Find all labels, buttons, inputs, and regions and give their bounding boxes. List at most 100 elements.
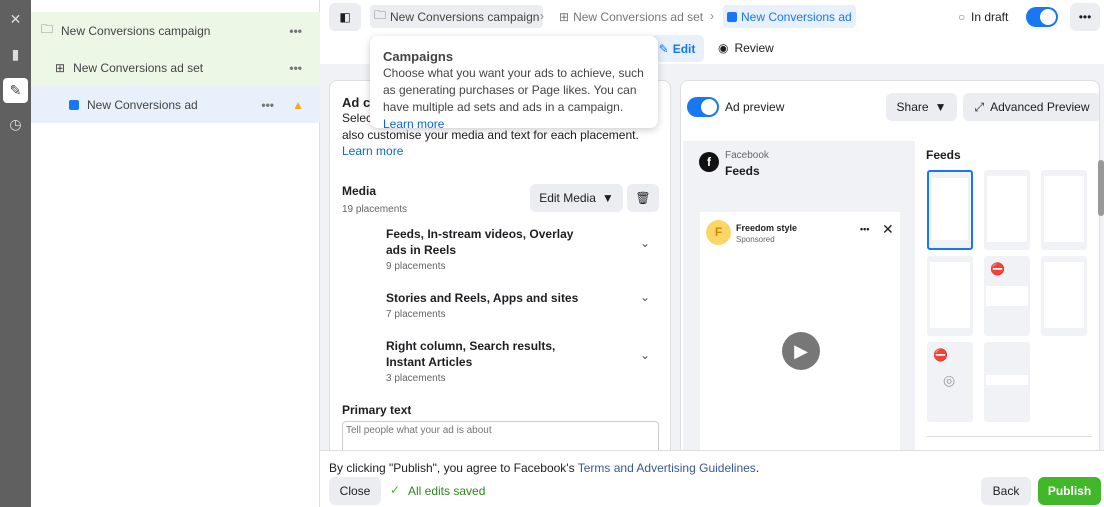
pencil-icon: ✎ <box>658 41 669 56</box>
eye-icon: ◉ <box>718 41 729 55</box>
tree-item-label: New Conversions ad set <box>73 60 204 75</box>
tree-item-ad[interactable]: New Conversions ad ••• ▲ <box>31 86 320 123</box>
folder-icon: 🗀 <box>374 8 387 22</box>
caret-down-icon: ▼ <box>934 100 947 114</box>
tab-label: Review <box>734 41 774 55</box>
learn-more-link[interactable]: Learn more <box>342 144 403 158</box>
chevron-down-icon[interactable]: ⌄ <box>640 348 650 362</box>
placement-row[interactable]: Stories and Reels, Apps and sites 7 place… <box>386 290 666 320</box>
button-label: Advanced Preview <box>990 100 1090 114</box>
blocked-icon: ⛔ <box>990 262 1005 276</box>
placement-thumbnail[interactable]: ⛔ ◎ <box>927 342 973 422</box>
placement-thumbnail[interactable] <box>1041 256 1087 336</box>
trash-icon[interactable]: 🗑 <box>627 184 659 212</box>
grid-icon: ⊞ <box>55 60 66 75</box>
more-icon[interactable]: ••• <box>860 224 869 234</box>
blocked-icon: ⛔ <box>933 348 948 362</box>
caret-down-icon: ▼ <box>601 191 614 205</box>
tree-item-campaign[interactable]: 🗀 New Conversions campaign ••• <box>31 12 320 49</box>
warning-icon: ▲ <box>292 97 304 112</box>
placement-thumbnail[interactable]: ⛔ <box>984 256 1030 336</box>
pencil-icon[interactable]: ✎ <box>3 78 28 103</box>
scrollbar[interactable] <box>1098 160 1104 216</box>
share-button[interactable]: Share ▼ <box>886 93 957 121</box>
platform-label: Facebook <box>725 150 769 161</box>
status-toggle[interactable] <box>1026 7 1058 27</box>
chevron-down-icon[interactable]: ⌄ <box>640 290 650 304</box>
more-icon[interactable]: ••• <box>261 98 274 112</box>
close-icon[interactable]: ✕ <box>3 7 28 32</box>
placement-thumbnail[interactable] <box>984 342 1030 422</box>
status-text: In draft <box>971 10 1009 24</box>
breadcrumb-ad[interactable]: New Conversions ad <box>723 5 856 28</box>
breadcrumb-adset[interactable]: ⊞ New Conversions ad set <box>555 5 707 28</box>
placement-row[interactable]: Feeds, In-stream videos, Overlay ads in … <box>386 226 666 272</box>
placement-thumbnail[interactable] <box>1041 170 1087 250</box>
chevron-right-icon: › <box>540 9 544 23</box>
placement-row[interactable]: Right column, Search results, Instant Ar… <box>386 338 666 384</box>
campaign-tree: 🗀 New Conversions campaign ••• ⊞ New Con… <box>31 0 320 507</box>
edit-media-button[interactable]: Edit Media ▼ <box>530 184 623 212</box>
placement-label: Feeds <box>725 164 760 178</box>
tab-edit[interactable]: ✎ Edit <box>650 35 704 62</box>
more-icon[interactable]: ••• <box>1070 3 1100 31</box>
ad-icon <box>727 11 737 22</box>
tree-item-label: New Conversions ad <box>87 97 198 112</box>
close-button[interactable]: Close <box>329 477 381 505</box>
chart-icon[interactable]: ▮ <box>3 42 28 67</box>
instagram-icon: ◎ <box>943 372 956 388</box>
tab-label: Edit <box>672 41 696 56</box>
breadcrumb-label: New Conversions campaign <box>390 9 540 24</box>
breadcrumb-label: New Conversions ad set <box>573 9 704 24</box>
ad-mockup: F Freedom style Sponsored ••• ✕ ▶ <box>700 191 900 459</box>
placement-thumbnail[interactable] <box>927 170 973 250</box>
placement-name: Feeds, In-stream videos, Overlay ads in … <box>386 227 574 257</box>
terms-link[interactable]: Terms and Advertising Guidelines <box>578 461 756 475</box>
tree-item-adset[interactable]: ⊞ New Conversions ad set ••• <box>31 49 320 86</box>
campaigns-tooltip: Campaigns Choose what you want your ads … <box>370 36 658 131</box>
more-icon[interactable]: ••• <box>289 61 302 75</box>
preview-pane: f Facebook Feeds F Freedom style Sponsor… <box>683 141 915 459</box>
ad-icon <box>69 99 79 110</box>
more-icon[interactable]: ••• <box>289 24 302 38</box>
media-count: 19 placements <box>342 204 408 215</box>
page-name: Freedom style <box>736 223 798 233</box>
check-icon: ✓ <box>390 483 401 497</box>
ad-preview-card: Ad preview Share ▼ ⤢ Advanced Preview f Fa… <box>680 80 1100 460</box>
play-icon[interactable]: ▶ <box>782 332 820 370</box>
folder-icon: 🗀 <box>41 22 54 36</box>
tooltip-title: Campaigns <box>383 49 454 64</box>
advanced-preview-button[interactable]: ⤢ Advanced Preview <box>963 93 1099 121</box>
close-icon[interactable]: ✕ <box>882 221 894 238</box>
footer-notice: By clicking "Publish", you agree to Face… <box>329 461 578 475</box>
button-label: Share <box>896 100 929 114</box>
facebook-icon: f <box>699 152 719 172</box>
feeds-title: Feeds <box>926 148 961 162</box>
ad-preview-label: Ad preview <box>725 100 785 114</box>
placement-count: 3 placements <box>386 373 446 384</box>
learn-more-link[interactable]: Learn more <box>383 117 444 131</box>
draft-status-icon: ○ <box>958 10 966 24</box>
sponsored-label: Sponsored <box>736 235 775 244</box>
tab-review[interactable]: ◉ Review <box>718 41 774 55</box>
chevron-down-icon[interactable]: ⌄ <box>640 236 650 250</box>
back-button[interactable]: Back <box>981 477 1031 505</box>
breadcrumb-label: New Conversions ad <box>741 9 852 24</box>
breadcrumb-campaign[interactable]: 🗀 New Conversions campaign <box>370 5 544 28</box>
left-rail: ✕ ▮ ✎ ◷ <box>0 0 31 507</box>
sidebar-toggle-icon[interactable]: ◧ <box>329 3 361 31</box>
placement-thumbnail[interactable] <box>927 256 973 336</box>
expand-icon: ⤢ <box>974 99 985 114</box>
footer: By clicking "Publish", you agree to Face… <box>320 450 1104 507</box>
footer-notice: . <box>755 461 760 475</box>
tree-item-label: New Conversions campaign <box>61 23 211 38</box>
placement-count: 9 placements <box>386 261 446 272</box>
media-label: Media <box>342 184 377 198</box>
button-label: Close <box>339 484 371 498</box>
clock-icon[interactable]: ◷ <box>3 112 28 137</box>
placement-thumbnail[interactable] <box>984 170 1030 250</box>
publish-button[interactable]: Publish <box>1038 477 1101 505</box>
top-bar: ◧ 🗀 New Conversions campaign › ⊞ New Conve… <box>320 0 1104 34</box>
ad-preview-toggle[interactable] <box>687 97 719 117</box>
button-label: Publish <box>1047 484 1092 498</box>
